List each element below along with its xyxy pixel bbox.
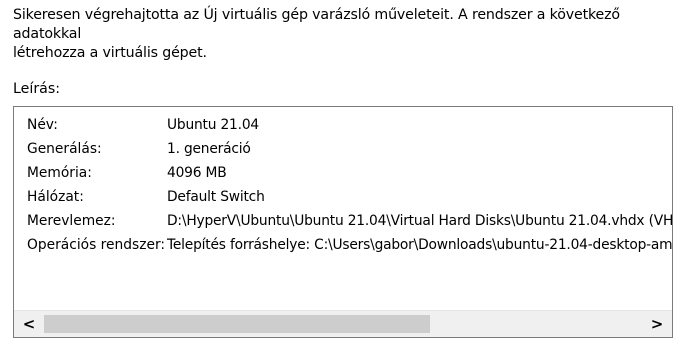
summary-row-operating-system: Operációs rendszer: Telepítés forráshely… (14, 233, 672, 257)
summary-row-value: 1. generáció (167, 141, 251, 157)
summary-row-hard-disk: Merevlemez: D:\HyperV\Ubuntu\Ubuntu 21.0… (14, 209, 672, 233)
intro-line-1: Sikeresen végrehajtotta az Új virtuális … (13, 7, 620, 42)
summary-row-label: Hálózat: (27, 189, 84, 205)
description-label: Leírás: (13, 81, 61, 97)
summary-row-label: Név: (27, 117, 58, 133)
summary-row-value: D:\HyperV\Ubuntu\Ubuntu 21.04\Virtual Ha… (167, 213, 672, 229)
summary-row-label: Merevlemez: (27, 213, 116, 229)
intro-line-2: létrehozza a virtuális gépet. (13, 45, 207, 61)
summary-box: Név: Ubuntu 21.04 Generálás: 1. generáci… (13, 106, 673, 338)
scroll-right-arrow-icon[interactable]: > (644, 311, 670, 337)
summary-row-value: Ubuntu 21.04 (167, 117, 259, 133)
summary-row-label: Operációs rendszer: (27, 237, 166, 253)
summary-row-value: Telepítés forráshelye: C:\Users\gabor\Do… (167, 237, 672, 253)
summary-row-value: Default Switch (167, 189, 265, 205)
summary-row-memory: Memória: 4096 MB (14, 161, 672, 185)
horizontal-scrollbar[interactable]: < > (14, 310, 672, 337)
summary-row-network: Hálózat: Default Switch (14, 185, 672, 209)
intro-text: Sikeresen végrehajtotta az Új virtuális … (13, 6, 673, 63)
scrollbar-thumb[interactable] (44, 315, 430, 333)
summary-row-label: Memória: (27, 165, 92, 181)
summary-list: Név: Ubuntu 21.04 Generálás: 1. generáci… (14, 113, 672, 257)
summary-row-label: Generálás: (27, 141, 102, 157)
summary-row-name: Név: Ubuntu 21.04 (14, 113, 672, 137)
summary-row-generation: Generálás: 1. generáció (14, 137, 672, 161)
scroll-left-arrow-icon[interactable]: < (16, 311, 42, 337)
summary-row-value: 4096 MB (167, 165, 227, 181)
